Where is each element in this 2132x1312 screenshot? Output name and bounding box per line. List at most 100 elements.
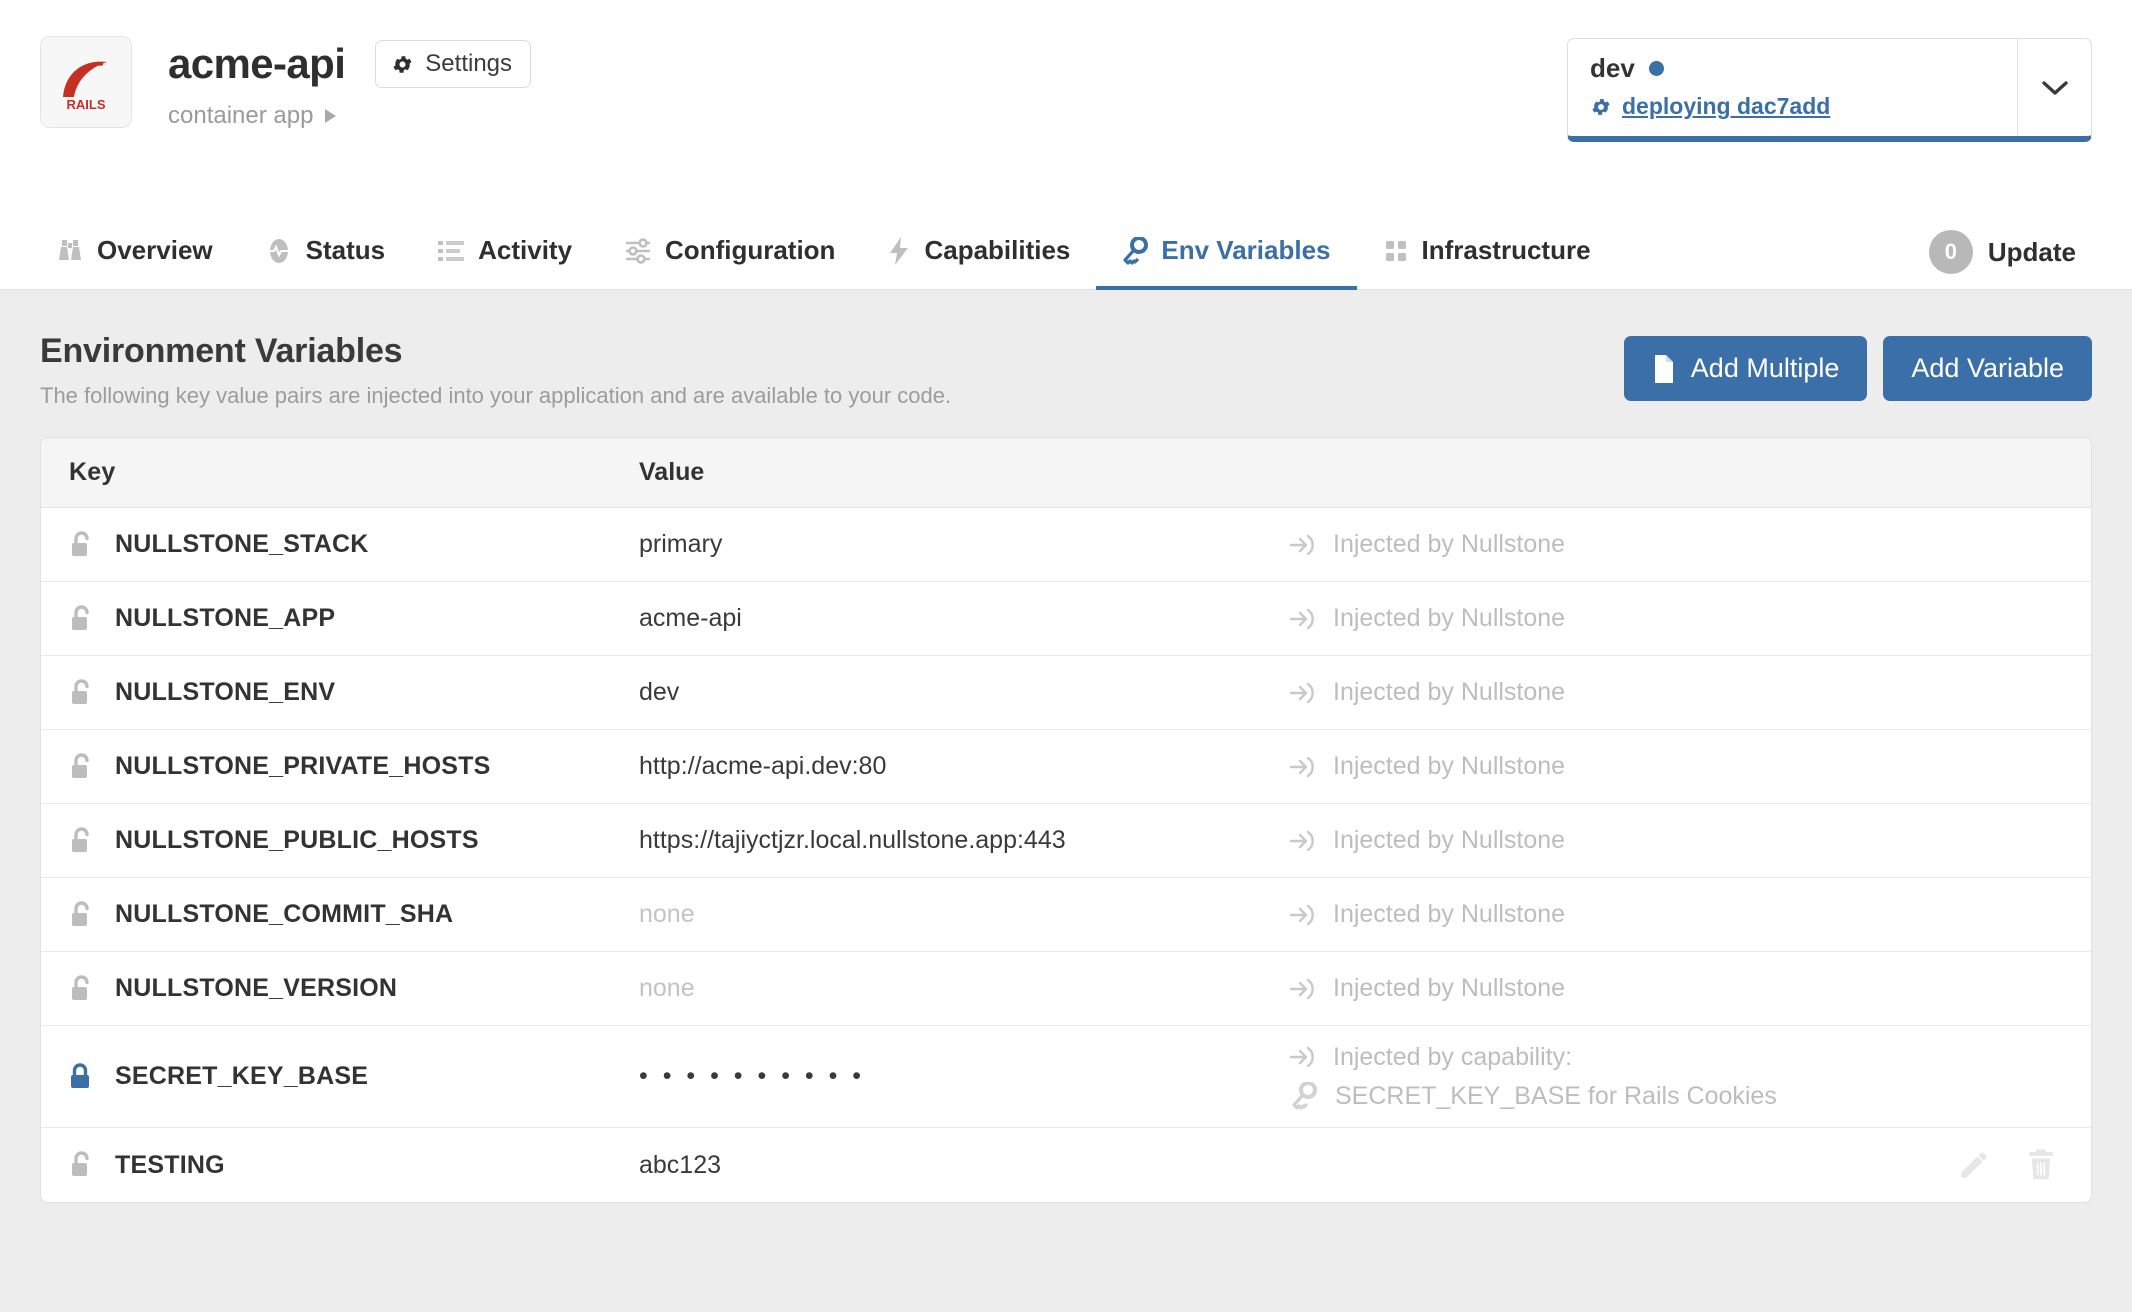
variable-note-cell: Injected by Nullstone (1289, 974, 2063, 1003)
table-row: TESTING abc123 (41, 1128, 2091, 1202)
variable-key-label: NULLSTONE_PRIVATE_HOSTS (115, 752, 491, 780)
update-button[interactable]: 0 Update (1928, 215, 2092, 289)
variable-note-cell: Injected by Nullstone (1289, 678, 2063, 707)
table-header-row: Key Value (41, 438, 2091, 508)
app-subtitle[interactable]: container app (168, 102, 531, 130)
add-multiple-button[interactable]: Add Multiple (1623, 336, 1868, 401)
app-logo: RAILS (40, 36, 132, 128)
bolt-icon (890, 236, 909, 265)
variable-value-cell: http://acme-api.dev:80 (639, 752, 887, 780)
capability-note-label: SECRET_KEY_BASE for Rails Cookies (1335, 1081, 1777, 1110)
injection-note: Injected by Nullstone (1289, 678, 2063, 707)
nav-tab-list: Overview Status Activity Configuration C… (40, 215, 1617, 290)
variable-value-cell: dev (639, 678, 680, 706)
variable-key-label: NULLSTONE_APP (115, 604, 336, 632)
main-nav: Overview Status Activity Configuration C… (0, 215, 2132, 290)
variable-value-cell: primary (639, 530, 723, 558)
variable-note-cell: Injected by Nullstone (1289, 826, 2063, 855)
tab-infrastructure-label: Infrastructure (1421, 235, 1591, 265)
section-actions: Add Multiple Add Variable (1623, 332, 2092, 401)
sliders-icon (626, 237, 651, 264)
brand-text: acme-api Settings container app (168, 36, 532, 130)
gear-icon (1592, 98, 1610, 115)
inject-arrow-icon (1289, 534, 1314, 555)
variable-note-cell: Injected by Nullstone (1289, 752, 2063, 781)
locked-icon-wrap (69, 1062, 95, 1092)
variable-note-cell: Injected by Nullstone (1289, 604, 2063, 633)
environment-selector[interactable]: dev deploying dac7add (1567, 38, 2092, 142)
tab-activity-label: Activity (478, 235, 573, 265)
injection-note-label: Injected by Nullstone (1333, 826, 1566, 854)
tab-status-label: Status (305, 235, 386, 265)
injection-note-label: Injected by Nullstone (1333, 974, 1566, 1002)
unlocked-icon (72, 900, 89, 926)
add-variable-button[interactable]: Add Variable (1883, 336, 2092, 401)
unlocked-icon-wrap (69, 1150, 95, 1180)
gear-icon (393, 55, 412, 73)
table-row: NULLSTONE_STACK primary Injected by Nulls… (41, 508, 2091, 582)
variable-value-cell: none (639, 900, 695, 928)
injection-note-label: Injected by Nullstone (1333, 752, 1566, 780)
unlocked-icon (72, 678, 89, 704)
table-row: NULLSTONE_COMMIT_SHA none Injected by Nul… (41, 878, 2091, 952)
environment-selector-main[interactable]: dev deploying dac7add (1568, 39, 2017, 136)
page-title: acme-api (168, 40, 346, 87)
injection-note: Injected by Nullstone (1289, 974, 2063, 1003)
injection-note: Injected by capability: (1289, 1043, 2063, 1072)
settings-button-label: Settings (425, 50, 513, 77)
key-icon (1292, 1082, 1317, 1110)
variable-key-label: NULLSTONE_PUBLIC_HOSTS (115, 826, 479, 854)
variable-value-cell: acme-api (639, 604, 742, 632)
update-count-badge: 0 (1928, 230, 1973, 274)
unlocked-icon (72, 974, 89, 1000)
unlocked-icon (72, 826, 89, 852)
unlocked-icon (72, 1151, 89, 1176)
variable-key-cell: NULLSTONE_APP (69, 604, 639, 634)
locked-icon (71, 1062, 89, 1088)
inject-arrow-icon (1289, 904, 1314, 925)
key-icon (1123, 236, 1149, 265)
inject-arrow-icon (1289, 756, 1314, 777)
environment-status-dot-icon (1648, 61, 1664, 76)
environment-selector-toggle[interactable] (2017, 39, 2091, 136)
injection-note-label: Injected by capability: (1333, 1042, 1573, 1071)
pencil-icon[interactable] (1957, 1148, 1991, 1182)
rails-logo-icon: RAILS (63, 61, 107, 111)
trash-icon[interactable] (2025, 1148, 2057, 1182)
unlocked-icon (72, 530, 89, 556)
variable-key-label: TESTING (115, 1150, 225, 1179)
variable-key-label: NULLSTONE_STACK (115, 530, 369, 558)
variable-key-cell: NULLSTONE_COMMIT_SHA (69, 900, 639, 930)
unlocked-icon (72, 752, 89, 778)
unlocked-icon-wrap (69, 900, 95, 930)
tab-capabilities[interactable]: Capabilities (861, 215, 1096, 290)
environment-name: dev (1590, 53, 1635, 83)
inject-arrow-icon (1289, 682, 1314, 703)
add-multiple-label: Add Multiple (1690, 353, 1840, 383)
page-body: Environment Variables The following key … (0, 290, 2132, 1312)
unlocked-icon-wrap (69, 530, 95, 560)
injection-note: Injected by Nullstone (1289, 900, 2063, 929)
variable-key-label: NULLSTONE_ENV (115, 678, 336, 706)
settings-button[interactable]: Settings (375, 40, 532, 88)
tab-configuration[interactable]: Configuration (598, 215, 861, 290)
row-actions (1957, 1148, 2063, 1182)
tab-overview[interactable]: Overview (40, 215, 239, 290)
injection-note: Injected by Nullstone (1289, 604, 2063, 633)
variable-note-cell: Injected by Nullstone (1289, 530, 2063, 559)
tab-infrastructure[interactable]: Infrastructure (1357, 215, 1617, 290)
tab-capabilities-label: Capabilities (924, 235, 1071, 265)
variable-key-label: SECRET_KEY_BASE (115, 1062, 369, 1090)
app-type-label: container app (168, 102, 314, 129)
variable-key-cell: NULLSTONE_PRIVATE_HOSTS (69, 752, 639, 782)
tab-status[interactable]: Status (239, 215, 411, 290)
tab-env-variables[interactable]: Env Variables (1096, 215, 1357, 290)
unlocked-icon-wrap (69, 974, 95, 1004)
injection-note-label: Injected by Nullstone (1333, 530, 1566, 558)
deployment-status-link[interactable]: deploying dac7add (1622, 93, 1830, 120)
pulse-icon (269, 238, 288, 263)
table-row: NULLSTONE_PRIVATE_HOSTS http://acme-api.d… (41, 730, 2091, 804)
table-row: NULLSTONE_VERSION none Injected by Nullst… (41, 952, 2091, 1026)
tab-activity[interactable]: Activity (411, 215, 598, 290)
variable-value-cell: abc123 (639, 1150, 722, 1179)
